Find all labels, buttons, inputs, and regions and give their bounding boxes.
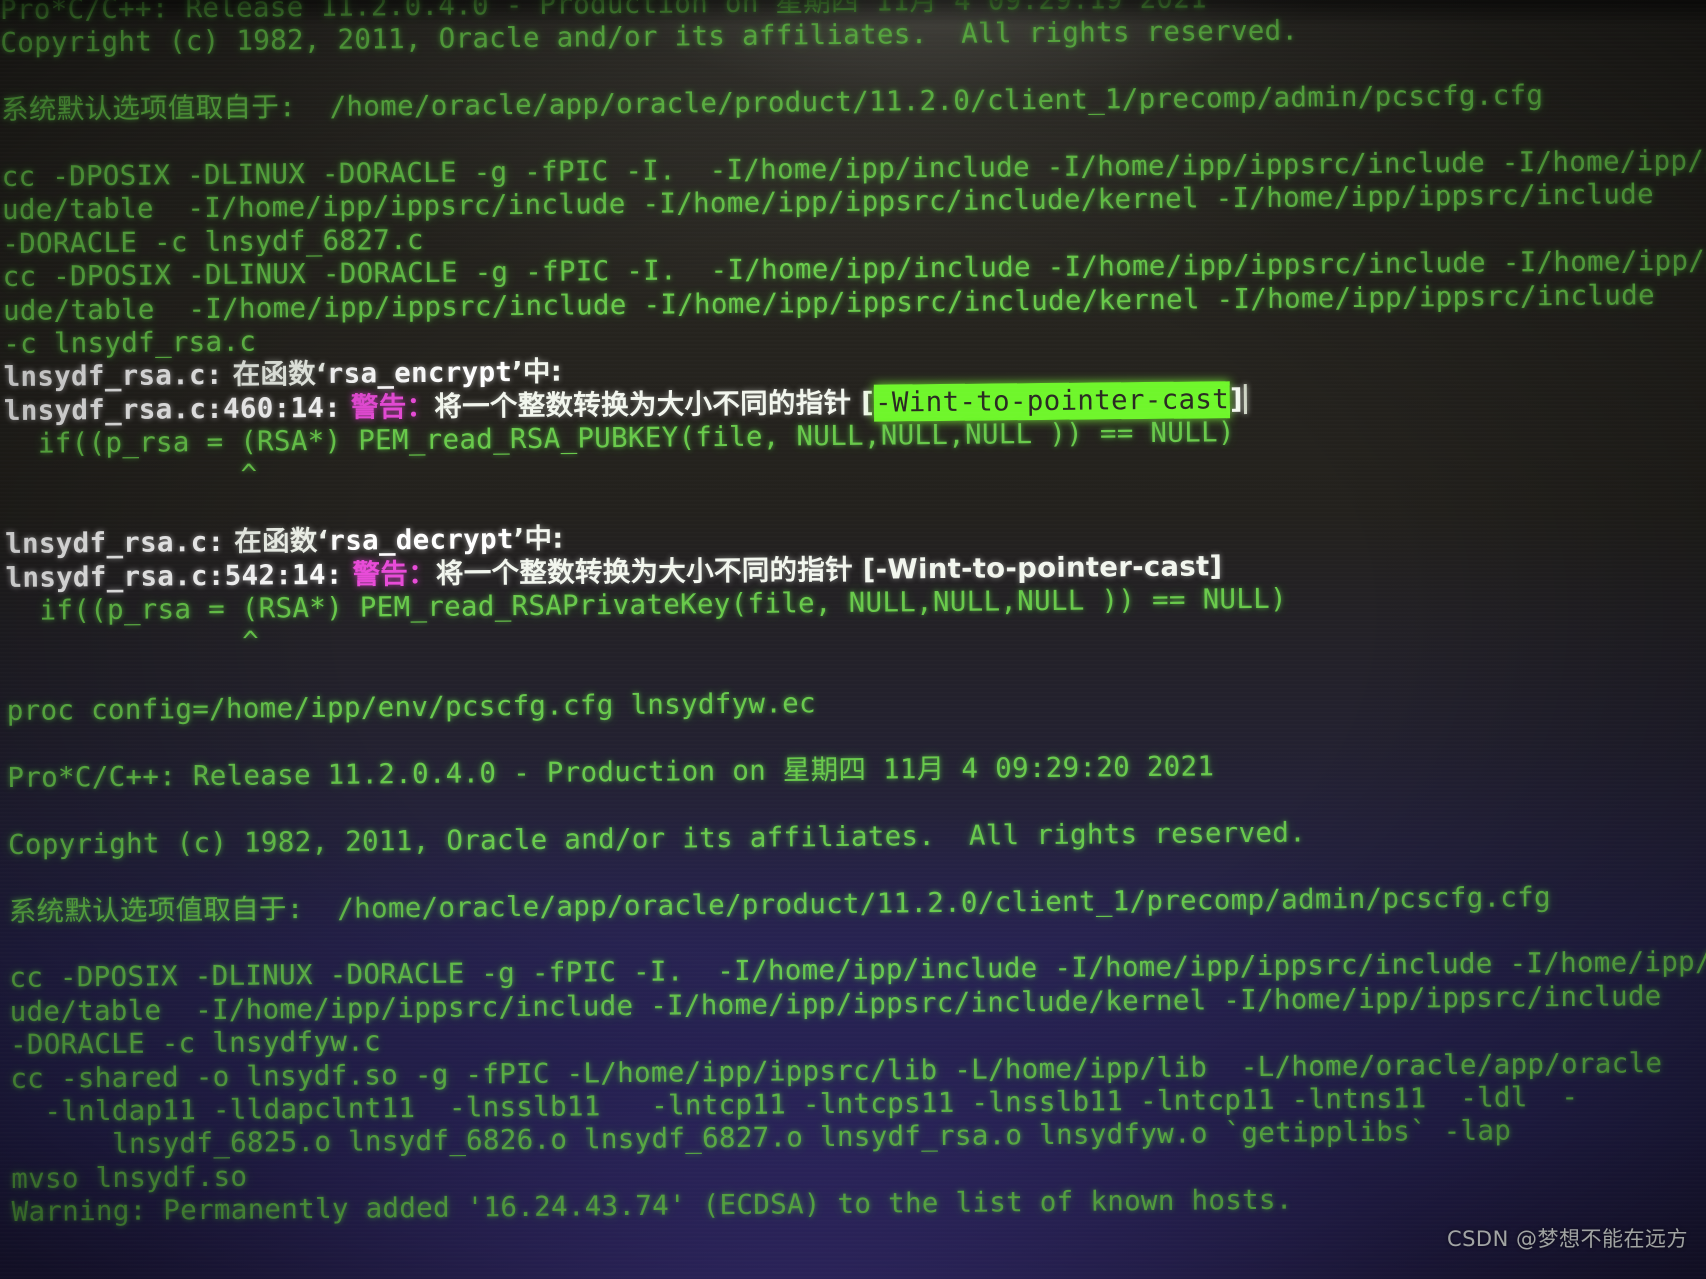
terminal-text: 在函数‘ [224,525,329,559]
source-filename: lnsydf_rsa.c: [3,359,223,394]
terminal-text: -DORACLE -c lnsydf_6827.c [2,223,424,260]
terminal-text: ] [1229,382,1244,415]
terminal-text: 在函数‘ [222,358,327,392]
terminal-text: ^ [4,459,258,494]
source-filename: lnsydf_rsa.c: [5,526,225,561]
terminal-text: ^ [6,625,260,661]
terminal-output[interactable]: Pro*C/C++: Release 11.2.0.4.0 - Producti… [0,0,1706,1229]
csdn-watermark: CSDN @梦想不能在远方 [1446,1227,1688,1251]
source-filename: rsa_decrypt [328,523,514,558]
terminal-text: -DORACLE -c lnsydfyw.c [9,1025,382,1062]
warning-keyword: 警告： [352,557,437,591]
selected-text[interactable]: -Wint-to-pointer-cast [873,380,1231,422]
text-cursor[interactable] [1243,383,1248,414]
source-filename: rsa_encrypt [326,356,513,391]
warning-keyword: 警告： [350,390,435,424]
source-filename: lnsydf_rsa.c:460:14: [3,391,342,427]
terminal-text: proc config=/home/ipp/env/pcscfg.cfg lns… [6,687,817,728]
terminal-text: mvso lnsydf.so [11,1160,248,1195]
terminal-text: -c lnsydf_rsa.c [3,325,257,360]
terminal-text: 将一个整数转换为大小不同的指针 [ [434,386,875,423]
terminal-text: ’中: [513,522,564,556]
source-filename: lnsydf_rsa.c:542:14: [5,558,343,594]
terminal-screenshot: Pro*C/C++: Release 11.2.0.4.0 - Producti… [0,0,1706,1279]
terminal-text: ’中: [512,355,563,389]
